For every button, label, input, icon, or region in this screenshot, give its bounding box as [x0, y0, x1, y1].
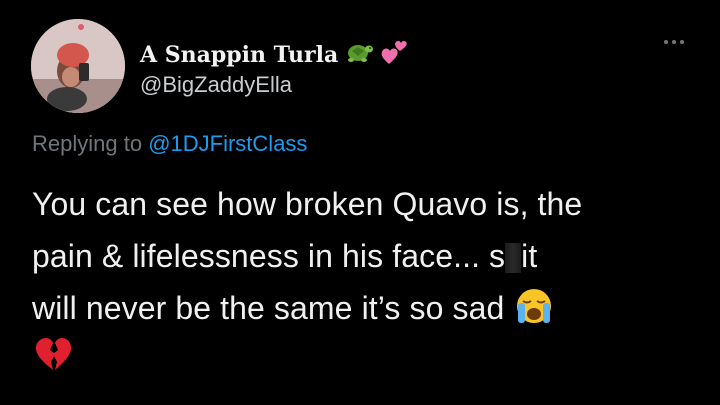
- display-name[interactable]: A Snappin Turla: [140, 42, 338, 68]
- censor-blur: [505, 243, 522, 273]
- tweet-card[interactable]: A Snappin Turla @BigZaddyElla Replying t…: [0, 0, 720, 405]
- avatar[interactable]: [31, 19, 125, 113]
- replying-to: Replying to @1DJFirstClass: [32, 131, 307, 157]
- more-options-icon[interactable]: [664, 40, 684, 44]
- name-row: A Snappin Turla: [140, 38, 410, 71]
- tweet-text-line-3-text: will never be the same it’s so sad: [32, 290, 505, 326]
- loudly-crying-face-icon: [514, 287, 554, 340]
- two-hearts-emoji-icon: [380, 38, 410, 71]
- turtle-emoji-icon: [344, 39, 374, 70]
- tweet-text-line-3: will never be the same it’s so sad: [32, 282, 712, 340]
- tweet-text-line-2a: pain & lifelessness in his face... s: [32, 238, 506, 274]
- reply-prefix: Replying to: [32, 131, 143, 156]
- reply-mention-link[interactable]: @1DJFirstClass: [148, 131, 307, 156]
- tweet-text-line-2: pain & lifelessness in his face... s it: [32, 230, 712, 282]
- tweet-text-line-1: You can see how broken Quavo is, the: [32, 186, 583, 222]
- tweet-text: You can see how broken Quavo is, the pai…: [32, 178, 712, 340]
- broken-heart-icon: [34, 336, 72, 377]
- user-handle[interactable]: @BigZaddyElla: [140, 72, 292, 98]
- tweet-text-line-2b: it: [521, 238, 538, 274]
